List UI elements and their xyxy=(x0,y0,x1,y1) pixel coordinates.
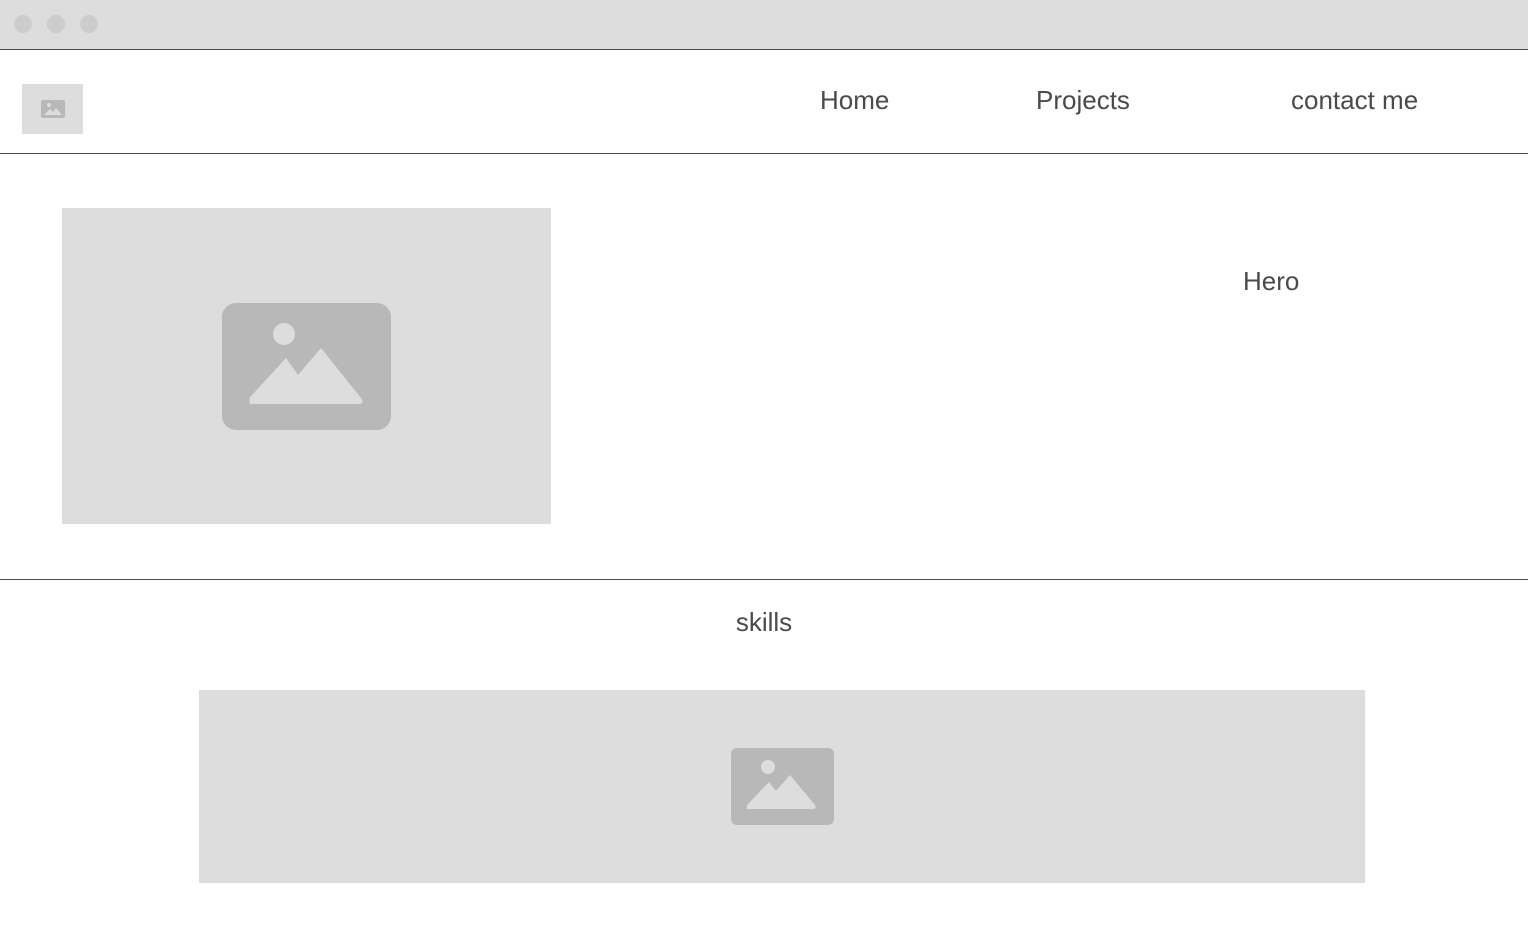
logo-image-placeholder[interactable] xyxy=(22,84,83,134)
hero-section: Hero xyxy=(0,154,1528,580)
nav-contact-link[interactable]: contact me xyxy=(1291,84,1418,116)
nav-home-link[interactable]: Home xyxy=(820,84,889,116)
image-placeholder-icon xyxy=(40,100,65,118)
window-titlebar xyxy=(0,0,1528,50)
hero-image-placeholder xyxy=(62,208,551,524)
site-header: Home Projects contact me xyxy=(0,50,1528,154)
window-maximize-dot[interactable] xyxy=(80,15,98,33)
nav-projects-link[interactable]: Projects xyxy=(1036,84,1130,116)
skills-image-placeholder xyxy=(199,690,1365,883)
window-minimize-dot[interactable] xyxy=(47,15,65,33)
image-placeholder-icon xyxy=(730,748,834,825)
skills-heading: skills xyxy=(735,607,793,637)
window-close-dot[interactable] xyxy=(14,15,32,33)
image-placeholder-icon xyxy=(222,302,391,430)
hero-heading: Hero xyxy=(1243,266,1300,296)
browser-window: Home Projects contact me Hero skills xyxy=(0,0,1528,945)
